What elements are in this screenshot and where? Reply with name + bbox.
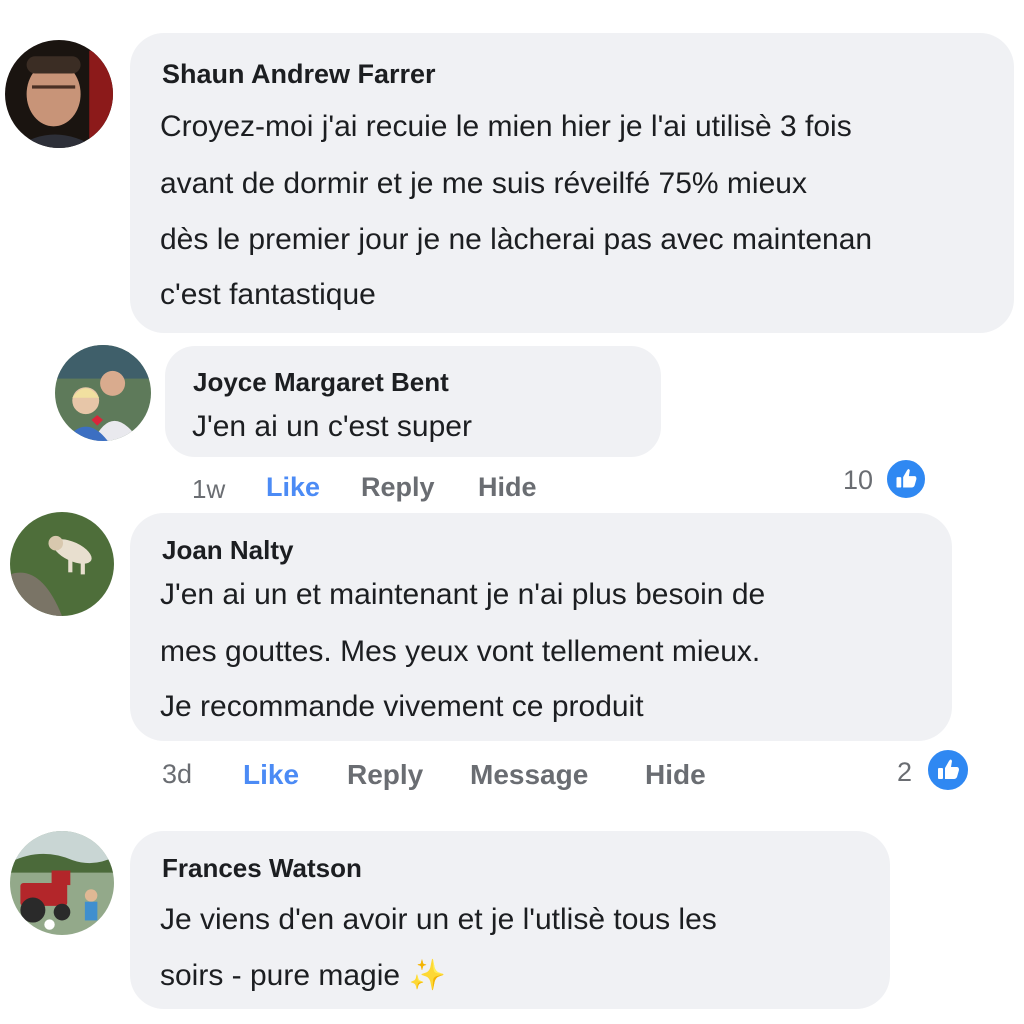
hide-button[interactable]: Hide	[478, 472, 537, 503]
hide-button[interactable]: Hide	[645, 759, 706, 791]
thumbs-up-icon	[938, 759, 959, 779]
comment-bubble: Joan Nalty J'en ai un et maintenant je n…	[130, 513, 952, 741]
avatar[interactable]	[10, 831, 114, 935]
comment-text-line: avant de dormir et je me suis réveilfé 7…	[160, 167, 807, 200]
comment-text-line: Croyez-moi j'ai recuie le mien hier je l…	[160, 110, 852, 143]
comment-text-line: soirs - pure magie ✨	[160, 958, 446, 993]
comment-author[interactable]: Joyce Margaret Bent	[193, 367, 449, 398]
comment-author[interactable]: Shaun Andrew Farrer	[162, 59, 436, 90]
comment-bubble: Frances Watson Je viens d'en avoir un et…	[130, 831, 890, 1009]
thumbs-up-icon	[896, 469, 917, 488]
profile-photo-icon	[10, 512, 114, 616]
avatar[interactable]	[10, 512, 114, 616]
reaction-count[interactable]: 10	[843, 465, 873, 496]
reply-button[interactable]: Reply	[361, 472, 435, 503]
avatar[interactable]	[55, 345, 151, 441]
profile-photo-icon	[55, 345, 151, 441]
comment-text-line: c'est fantastique	[160, 278, 376, 311]
comment-author[interactable]: Joan Nalty	[162, 535, 294, 566]
reply-button[interactable]: Reply	[347, 759, 423, 791]
reply-bubble: Joyce Margaret Bent J'en ai un c'est sup…	[165, 346, 661, 457]
comment-timestamp[interactable]: 3d	[162, 759, 192, 790]
message-button[interactable]: Message	[470, 759, 588, 791]
comment-timestamp[interactable]: 1w	[192, 474, 225, 505]
comment-text-content: soirs - pure magie	[160, 959, 401, 992]
like-button[interactable]: Like	[266, 472, 320, 503]
comment-text-line: mes gouttes. Mes yeux vont tellement mie…	[160, 635, 761, 668]
like-reaction-icon[interactable]	[925, 747, 971, 793]
comment-bubble: Shaun Andrew Farrer Croyez-moi j'ai recu…	[130, 33, 1014, 333]
comment-text-line: J'en ai un et maintenant je n'ai plus be…	[160, 578, 766, 611]
like-reaction-icon[interactable]	[884, 457, 928, 501]
profile-photo-icon	[5, 40, 113, 148]
comment-text-line: Je recommande vivement ce produit	[160, 690, 644, 723]
reaction-count[interactable]: 2	[897, 757, 912, 788]
avatar[interactable]	[5, 40, 113, 148]
comment-text-line: dès le premier jour je ne làcherai pas a…	[160, 223, 873, 256]
comment-text-line: J'en ai un c'est super	[192, 410, 472, 443]
like-button[interactable]: Like	[243, 759, 299, 791]
comment-text-line: Je viens d'en avoir un et je l'utlisè to…	[160, 903, 717, 936]
profile-photo-icon	[10, 831, 114, 935]
sparkles-icon: ✨	[408, 959, 446, 992]
comment-author[interactable]: Frances Watson	[162, 853, 362, 884]
